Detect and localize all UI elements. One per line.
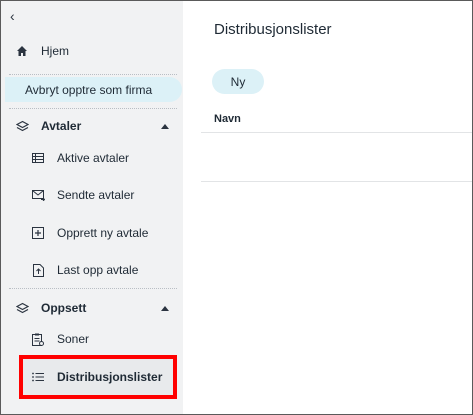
section-label: Avtaler (41, 119, 82, 133)
sidebar-item-last-opp-avtale[interactable]: Last opp avtale (1, 258, 183, 282)
chevron-up-icon[interactable] (160, 121, 170, 131)
divider (9, 288, 177, 289)
sidebar-item-home[interactable]: Hjem (1, 39, 183, 63)
divider (9, 108, 177, 109)
new-button[interactable]: Ny (212, 69, 264, 94)
sidebar-item-label: Last opp avtale (57, 263, 139, 277)
sidebar-item-label: Hjem (41, 44, 70, 58)
sidebar-item-soner[interactable]: Soner (1, 327, 183, 351)
layers-icon (15, 119, 29, 133)
plus-box-icon (31, 226, 45, 240)
mail-send-icon (31, 188, 45, 202)
file-upload-icon (31, 263, 45, 277)
sidebar-item-aktive-avtaler[interactable]: Aktive avtaler (1, 146, 183, 170)
stop-acting-label: Avbryt opptre som firma (25, 82, 153, 97)
sidebar-item-label: Opprett ny avtale (57, 226, 149, 240)
column-header-navn[interactable]: Navn (214, 113, 241, 125)
section-label: Oppsett (41, 301, 87, 315)
main-content: Distribusjonslister Ny Navn (183, 1, 472, 414)
page-title: Distribusjonslister (214, 21, 332, 38)
clipboard-icon (31, 332, 45, 346)
list-icon (31, 151, 45, 165)
section-header-avtaler[interactable]: Avtaler (1, 114, 183, 138)
section-header-oppsett[interactable]: Oppsett (1, 296, 183, 320)
layers-icon (15, 301, 29, 315)
sidebar: ‹ Hjem Avbryt opptre som firma Avtaler A… (1, 1, 183, 414)
back-chevron-icon[interactable]: ‹ (10, 8, 15, 24)
stop-acting-as-company-button[interactable]: Avbryt opptre som firma (5, 77, 182, 102)
sidebar-item-label: Soner (57, 332, 90, 346)
table-bottom-divider (201, 181, 472, 182)
highlight-box (19, 355, 177, 399)
divider (9, 74, 177, 75)
table-header-divider (201, 132, 472, 133)
sidebar-item-opprett-ny-avtale[interactable]: Opprett ny avtale (1, 221, 183, 245)
app-window: ‹ Hjem Avbryt opptre som firma Avtaler A… (0, 0, 473, 415)
sidebar-item-label: Sendte avtaler (57, 188, 135, 202)
sidebar-item-sendte-avtaler[interactable]: Sendte avtaler (1, 183, 183, 207)
chevron-up-icon[interactable] (160, 303, 170, 313)
sidebar-item-label: Aktive avtaler (57, 151, 130, 165)
home-icon (15, 44, 29, 58)
